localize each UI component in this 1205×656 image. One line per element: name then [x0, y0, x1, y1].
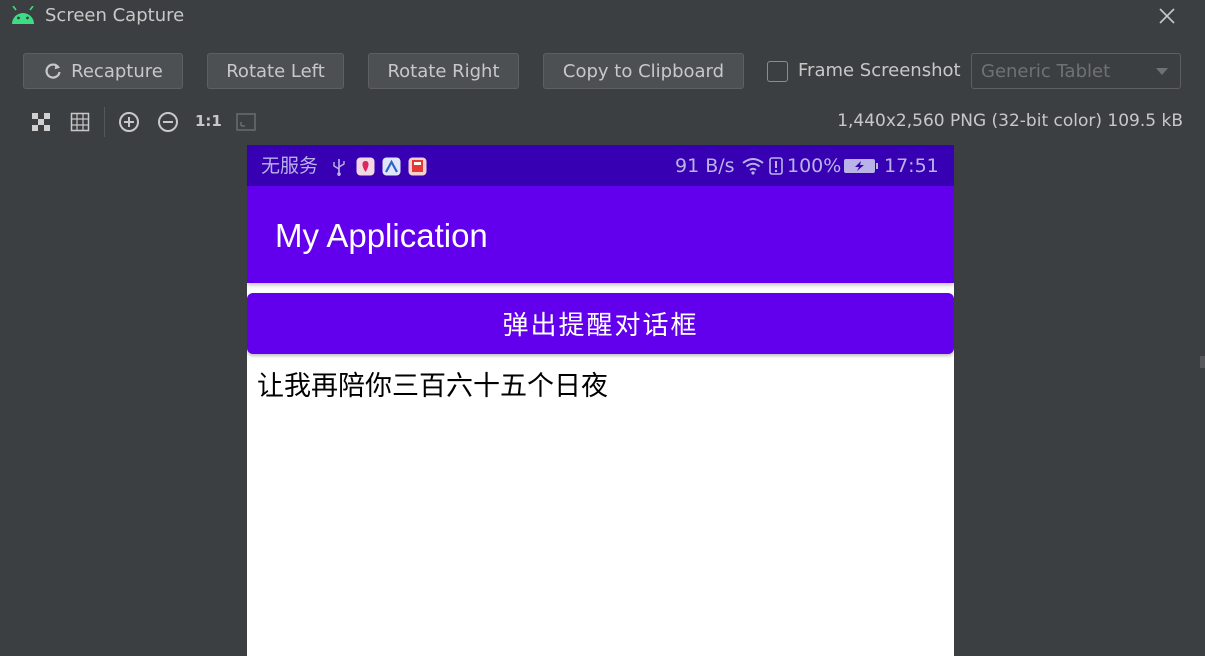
battery-percent-text: 100%	[787, 155, 842, 177]
app-title: My Application	[275, 217, 488, 254]
zoom-in-icon[interactable]	[117, 110, 141, 134]
app-notification-icon	[356, 157, 375, 176]
chevron-down-icon	[1156, 68, 1168, 75]
copy-to-clipboard-button[interactable]: Copy to Clipboard	[543, 53, 744, 89]
recapture-label: Recapture	[71, 60, 163, 82]
rotate-right-button[interactable]: Rotate Right	[368, 53, 519, 89]
battery-charging-icon	[844, 159, 878, 173]
device-frame-select[interactable]: Generic Tablet	[971, 53, 1181, 89]
android-icon	[12, 6, 34, 24]
image-info-text: 1,440x2,560 PNG (32-bit color) 109.5 kB	[837, 111, 1183, 131]
fit-screen-icon[interactable]	[234, 110, 258, 134]
window-title: Screen Capture	[45, 5, 185, 26]
status-bar: 无服务 91 B/s 100% 17:51	[247, 145, 954, 186]
clock-text: 17:51	[884, 155, 939, 177]
screen-capture-window: Screen Capture Recapture Rotate Left Rot…	[0, 0, 1205, 656]
checkerboard-icon[interactable]	[29, 110, 53, 134]
zoom-out-icon[interactable]	[156, 110, 180, 134]
close-icon[interactable]	[1155, 4, 1179, 28]
show-alert-dialog-button[interactable]: 弹出提醒对话框	[247, 293, 954, 354]
rotate-right-label: Rotate Right	[387, 60, 500, 82]
rotate-left-button[interactable]: Rotate Left	[207, 53, 344, 89]
recapture-button[interactable]: Recapture	[23, 53, 183, 89]
grid-icon[interactable]	[68, 110, 92, 134]
refresh-icon	[45, 63, 61, 79]
frame-screenshot-checkbox[interactable]	[767, 61, 788, 82]
usb-icon	[333, 159, 345, 176]
device-select-value: Generic Tablet	[981, 60, 1111, 82]
device-screenshot: 无服务 91 B/s 100% 17:51 My Application 弹出提…	[247, 145, 954, 656]
app-notification-icon	[408, 157, 427, 176]
alert-icon	[769, 157, 783, 175]
network-speed-text: 91 B/s	[675, 155, 735, 177]
title-bar: Screen Capture	[0, 0, 1205, 34]
carrier-text: 无服务	[261, 155, 319, 177]
actual-size-icon[interactable]: 1:1	[195, 112, 222, 130]
app-notification-icon	[382, 157, 401, 176]
window-resize-handle[interactable]	[1200, 356, 1205, 368]
copy-label: Copy to Clipboard	[562, 60, 725, 82]
rotate-left-label: Rotate Left	[226, 60, 325, 82]
toolbar-divider	[104, 107, 105, 137]
wifi-icon	[742, 158, 764, 175]
body-text: 让我再陪你三百六十五个日夜	[257, 371, 608, 402]
frame-screenshot-label[interactable]: Frame Screenshot	[798, 59, 961, 83]
app-bar: My Application	[247, 186, 954, 283]
